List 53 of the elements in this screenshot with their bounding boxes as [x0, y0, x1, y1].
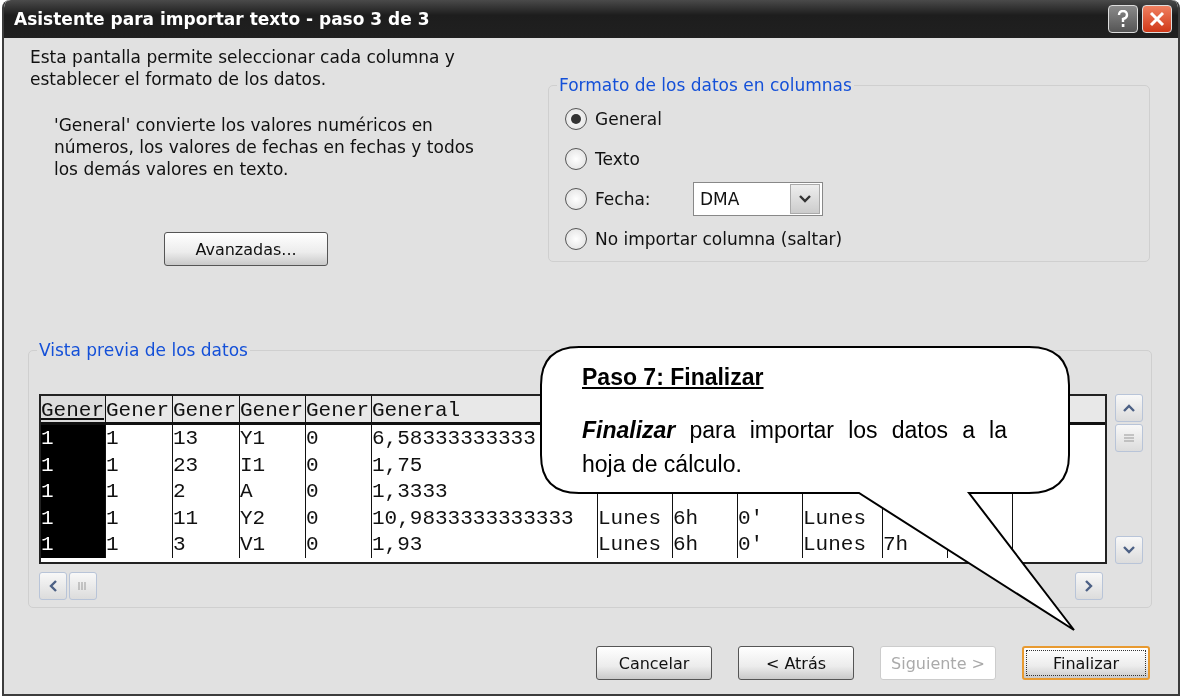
- option-label[interactable]: Fecha:: [595, 189, 693, 209]
- table-cell: 6h: [673, 531, 738, 558]
- table-cell: 0: [306, 504, 372, 532]
- table-cell: I1: [240, 451, 306, 479]
- table-cell: Lunes: [598, 504, 673, 532]
- date-format-dropdown[interactable]: DMA: [693, 182, 823, 216]
- column-header[interactable]: Gener: [306, 396, 372, 422]
- table-cell: 0: [306, 451, 372, 479]
- table-cell: 1: [41, 504, 106, 532]
- table-cell: 1,93: [372, 531, 598, 558]
- table-cell: V1: [240, 531, 306, 558]
- option-label[interactable]: General: [595, 109, 662, 129]
- table-cell: Lunes: [598, 531, 673, 558]
- table-cell: 0: [306, 478, 372, 505]
- option-label[interactable]: Texto: [595, 149, 640, 169]
- table-cell: 0': [738, 504, 803, 532]
- table-cell: Y2: [240, 504, 306, 532]
- window-title: Asistente para importar texto - paso 3 de 3: [14, 9, 430, 29]
- column-header[interactable]: Gener: [173, 396, 240, 422]
- table-cell: 23: [173, 451, 240, 479]
- table-cell: 10,9833333333333: [372, 504, 598, 532]
- table-cell: 2: [173, 478, 240, 505]
- wizard-button[interactable]: < Atrás: [738, 646, 854, 680]
- table-cell: 1: [41, 425, 106, 452]
- table-cell: 1: [106, 531, 173, 558]
- table-cell: 1: [106, 504, 173, 532]
- table-cell: 1: [106, 451, 173, 479]
- table-cell: 1: [106, 425, 173, 452]
- advanced-button[interactable]: Avanzadas...: [164, 232, 328, 266]
- table-cell: 1: [41, 531, 106, 558]
- column-header[interactable]: Gener: [240, 396, 306, 422]
- wizard-button[interactable]: Finalizar: [1022, 646, 1150, 680]
- table-cell: 6h: [673, 504, 738, 532]
- table-cell: 11: [173, 504, 240, 532]
- intro-text: Esta pantalla permite seleccionar cada columna y establecer el formato de los datos.: [30, 46, 456, 90]
- table-cell: 0: [306, 531, 372, 558]
- wizard-button[interactable]: Cancelar: [596, 646, 712, 680]
- option-label[interactable]: No importar columna (saltar): [595, 229, 843, 249]
- callout-title: Paso 7: Finalizar: [582, 364, 765, 391]
- group-title: Vista previa de los datos: [37, 340, 250, 360]
- table-cell: A: [240, 478, 306, 505]
- table-cell: 1: [41, 478, 106, 505]
- table-cell: 0: [306, 425, 372, 452]
- table-cell: Lunes: [803, 531, 883, 558]
- column-header[interactable]: Gener: [106, 396, 173, 422]
- help-text: 'General' convierte los valores numéricos en números, los valores de fechas en fechas y todos los demás valores en texto.: [54, 114, 475, 180]
- table-cell: 0': [738, 531, 803, 558]
- column-header[interactable]: Gener: [41, 396, 106, 422]
- table-cell: 3: [173, 531, 240, 558]
- table-cell: Y1: [240, 425, 306, 452]
- table-cell: 1: [106, 478, 173, 505]
- table-cell: 13: [173, 425, 240, 452]
- table-cell: 1: [41, 451, 106, 479]
